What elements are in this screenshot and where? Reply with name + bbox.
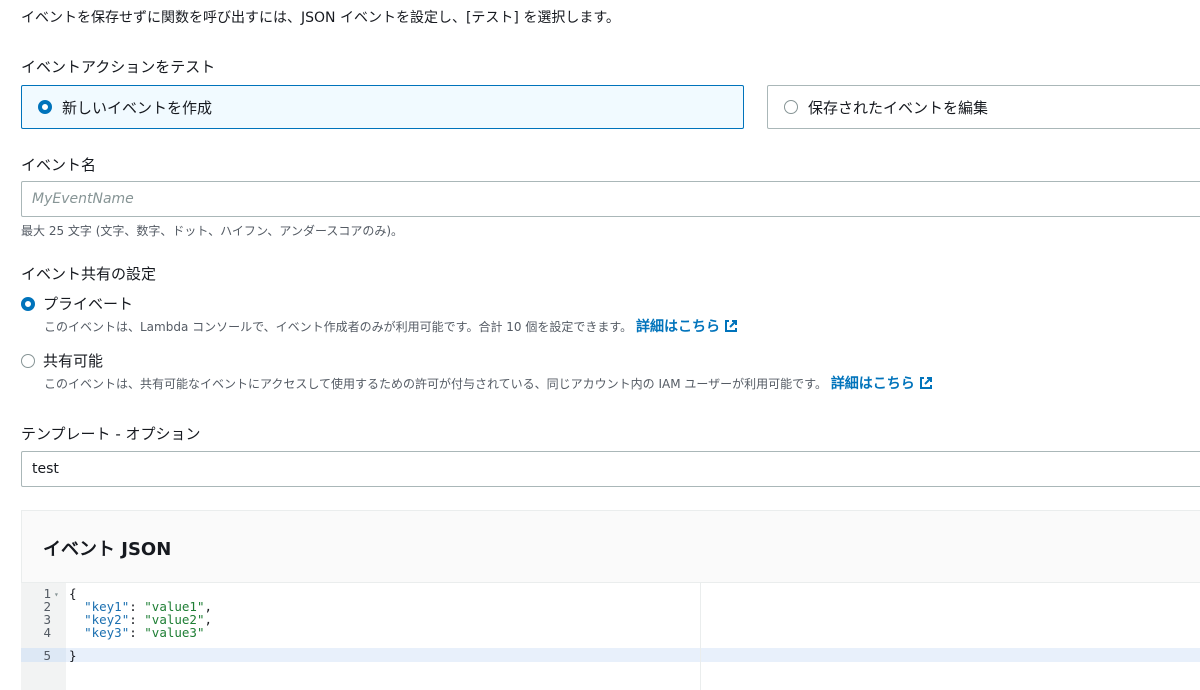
radio-unselected-icon [784, 100, 798, 114]
private-option-label: プライベート [43, 295, 134, 313]
json-key: "key3" [84, 625, 130, 640]
event-name-label: イベント名 [21, 156, 97, 174]
json-comma: , [204, 612, 213, 627]
create-new-event-option[interactable]: 新しいイベントを作成 [21, 85, 744, 129]
intro-text: イベントを保存せずに関数を呼び出すには、JSON イベントを設定し、[テスト] … [21, 10, 620, 26]
template-label: テンプレート - オプション [21, 425, 201, 443]
event-name-placeholder: MyEventName [32, 191, 134, 207]
shareable-description-text: このイベントは、共有可能なイベントにアクセスして使用するための許可が付与されてい… [44, 377, 827, 391]
private-description-text: このイベントは、Lambda コンソールで、イベント作成者のみが利用可能です。合… [44, 320, 633, 334]
json-code-editor[interactable]: 1 ▾ 2 3 4 5 { "key1": "value1", "key2": … [21, 582, 1200, 690]
shareable-option-label: 共有可能 [43, 352, 104, 370]
fold-arrow-icon[interactable]: ▾ [54, 588, 59, 601]
private-option-description: このイベントは、Lambda コンソールで、イベント作成者のみが利用可能です。合… [44, 318, 738, 336]
radio-unselected-icon [21, 353, 35, 368]
shareable-learn-more-text: 詳細はこちら [830, 376, 915, 392]
shareable-option-description: このイベントは、共有可能なイベントにアクセスして使用するための許可が付与されてい… [44, 375, 933, 393]
active-line-highlight [66, 648, 1200, 662]
code-line: } [69, 649, 77, 662]
radio-selected-icon [38, 100, 52, 114]
line-number: 4 [43, 625, 51, 640]
test-action-label: イベントアクションをテスト [21, 58, 216, 76]
shareable-learn-more-link[interactable]: 詳細はこちら [831, 376, 933, 392]
event-name-hint: 最大 25 文字 (文字、数字、ドット、ハイフン、アンダースコアのみ)。 [21, 224, 404, 238]
external-link-icon [724, 320, 737, 332]
private-option[interactable]: プライベート [21, 293, 133, 314]
template-value: test [32, 461, 59, 477]
close-brace: } [69, 648, 77, 663]
line-number: 5 [43, 648, 51, 663]
shareable-option[interactable]: 共有可能 [21, 350, 103, 371]
private-learn-more-link[interactable]: 詳細はこちら [636, 319, 738, 335]
external-link-icon [919, 377, 932, 389]
print-margin [700, 583, 701, 690]
sharing-settings-label: イベント共有の設定 [21, 265, 157, 283]
event-name-input[interactable]: MyEventName [21, 181, 1200, 217]
json-value: "value3" [144, 625, 205, 640]
json-sep: : [129, 625, 145, 640]
edit-saved-event-option[interactable]: 保存されたイベントを編集 [767, 85, 1200, 129]
edit-saved-event-label: 保存されたイベントを編集 [808, 98, 989, 117]
event-json-title: イベント JSON [43, 539, 172, 560]
private-learn-more-text: 詳細はこちら [635, 319, 720, 335]
create-new-event-label: 新しいイベントを作成 [62, 98, 213, 117]
radio-selected-icon [21, 296, 35, 311]
code-line: "key3": "value3" [69, 625, 205, 640]
template-select[interactable]: test [21, 451, 1200, 487]
